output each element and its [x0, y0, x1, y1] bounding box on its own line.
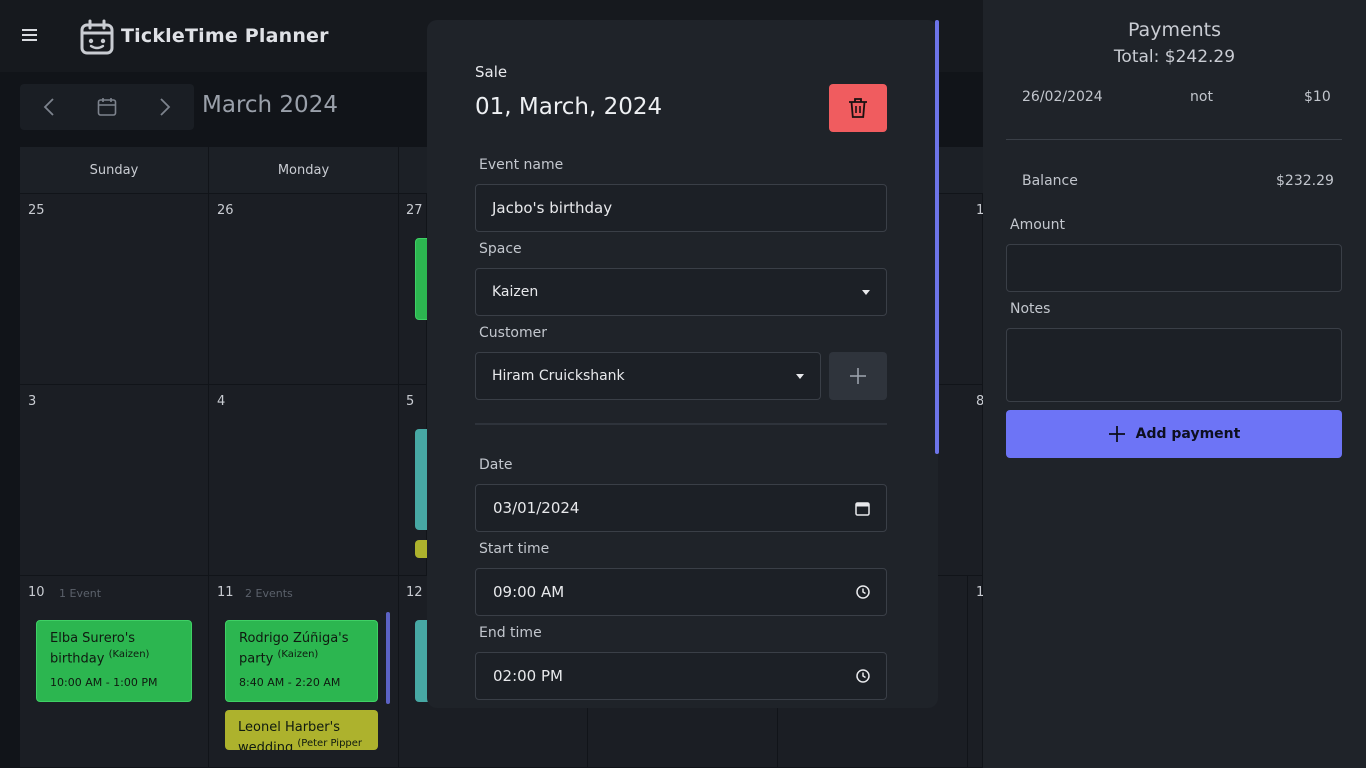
plus-icon	[850, 368, 866, 384]
customer-select[interactable]: Hiram Cruickshank	[475, 352, 821, 400]
start-time-value: 09:00 AM	[493, 583, 565, 601]
day-number: 3	[28, 394, 37, 409]
balance-label: Balance	[1022, 173, 1078, 189]
event-card[interactable]: Elba Surero's birthday (Kaizen) 10:00 AM…	[36, 620, 192, 702]
prev-month-button[interactable]	[20, 84, 78, 130]
space-label: Space	[479, 241, 522, 257]
event-space: (Kaizen)	[108, 648, 150, 660]
event-name-value: Jacbo's birthday	[492, 199, 613, 217]
day-number: 5	[406, 394, 415, 409]
event-card[interactable]: Rodrigo Zúñiga's party (Kaizen) 8:40 AM …	[225, 620, 378, 702]
day-cell[interactable]	[209, 194, 399, 385]
caret-down-icon	[862, 289, 870, 295]
add-customer-button[interactable]	[829, 352, 887, 400]
delete-event-button[interactable]	[829, 84, 887, 132]
weekday-header-sunday: Sunday	[20, 147, 208, 193]
end-time-label: End time	[479, 625, 542, 641]
notes-label: Notes	[1010, 301, 1051, 317]
event-time: 8:40 AM - 2:20 AM	[239, 676, 341, 690]
start-time-input[interactable]: 09:00 AM	[475, 568, 887, 616]
end-time-value: 02:00 PM	[493, 667, 563, 685]
customer-value: Hiram Cruickshank	[492, 368, 625, 384]
space-select[interactable]: Kaizen	[475, 268, 887, 316]
day-number: 25	[28, 203, 45, 218]
clock-icon[interactable]	[856, 585, 870, 599]
payments-divider	[1006, 139, 1342, 140]
weekday-header	[399, 147, 427, 193]
plus-icon	[1108, 426, 1125, 442]
day-cell[interactable]	[968, 576, 983, 768]
modal-date-title: 01, March, 2024	[475, 94, 663, 120]
notes-textarea[interactable]	[1006, 328, 1342, 402]
day-scrollbar[interactable]	[386, 612, 390, 704]
day-cell[interactable]	[938, 385, 983, 576]
balance-value: $232.29	[1276, 173, 1334, 189]
day-cell[interactable]	[20, 194, 209, 385]
payment-date: 26/02/2024	[1022, 89, 1103, 105]
hamburger-menu-icon[interactable]	[22, 26, 42, 46]
event-space: (Peter Pipper	[297, 737, 363, 749]
day-number: 10	[28, 585, 45, 600]
event-count: 2 Events	[245, 587, 293, 600]
weekday-header-monday: Monday	[209, 147, 398, 193]
add-payment-label: Add payment	[1135, 426, 1241, 442]
date-label: Date	[479, 457, 513, 473]
event-name-input[interactable]: Jacbo's birthday	[475, 184, 887, 232]
day-number: 12	[406, 585, 423, 600]
event-space: (Kaizen)	[277, 648, 319, 660]
day-cell[interactable]	[20, 385, 209, 576]
day-cell[interactable]	[209, 385, 399, 576]
weekday-header	[938, 147, 983, 193]
caret-down-icon	[796, 373, 804, 379]
start-time-label: Start time	[479, 541, 550, 557]
event-time: 10:00 AM - 1:00 PM	[50, 676, 158, 690]
day-number: 11	[217, 585, 234, 600]
calendar-icon	[97, 98, 117, 116]
event-kind-label: Sale	[475, 63, 508, 81]
add-payment-button[interactable]: Add payment	[1006, 410, 1342, 458]
chevron-right-icon	[160, 98, 171, 116]
payment-status: not	[1190, 89, 1213, 105]
amount-label: Amount	[1010, 217, 1066, 233]
today-button[interactable]	[78, 84, 136, 130]
payments-total: Total: $242.29	[1113, 47, 1236, 67]
day-number: 4	[217, 394, 226, 409]
month-title: March 2024	[202, 92, 338, 118]
end-time-input[interactable]: 02:00 PM	[475, 652, 887, 700]
event-name-label: Event name	[479, 157, 564, 173]
payments-title: Payments	[1127, 19, 1222, 41]
space-value: Kaizen	[492, 284, 539, 300]
date-value: 03/01/2024	[493, 499, 580, 517]
calendar-picker-icon[interactable]	[855, 501, 870, 516]
chevron-left-icon	[43, 98, 54, 116]
modal-scrollbar[interactable]	[935, 20, 939, 454]
section-divider	[475, 423, 887, 425]
app-title: TickleTime Planner	[121, 25, 329, 47]
amount-input[interactable]	[1006, 244, 1342, 292]
payment-amount: $10	[1304, 89, 1331, 105]
date-input[interactable]: 03/01/2024	[475, 484, 887, 532]
clock-icon[interactable]	[856, 669, 870, 683]
day-number: 26	[217, 203, 234, 218]
event-count: 1 Event	[59, 587, 102, 600]
day-number: 27	[406, 203, 423, 218]
customer-label: Customer	[479, 325, 548, 341]
day-cell[interactable]	[938, 194, 983, 385]
trash-icon	[849, 98, 867, 118]
calendar-logo-icon	[80, 19, 114, 55]
event-card[interactable]: Leonel Harber's wedding (Peter Pipper	[225, 710, 378, 750]
next-month-button[interactable]	[136, 84, 194, 130]
